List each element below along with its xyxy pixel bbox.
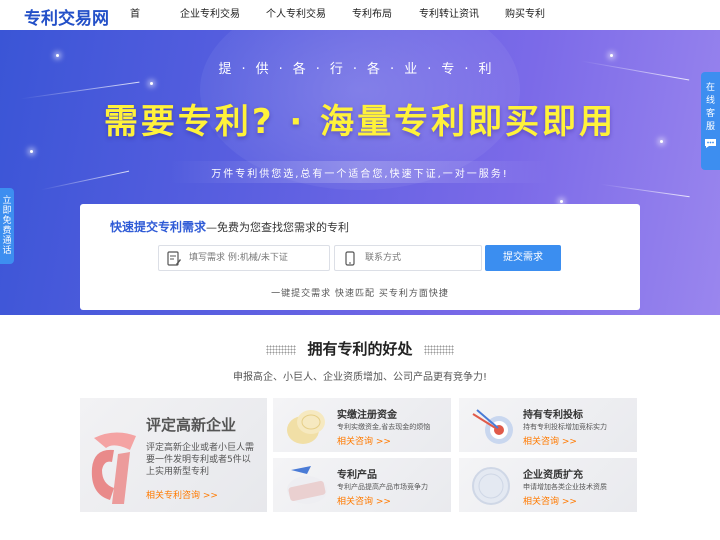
coins-icon bbox=[287, 410, 325, 444]
benefit-card-bidding[interactable]: 持有专利投标 持有专利投标增加竞标实力 相关咨询 >> bbox=[459, 398, 637, 452]
light-streak bbox=[600, 183, 690, 198]
card-link[interactable]: 相关咨询 >> bbox=[523, 494, 577, 507]
nav-patent-layout[interactable]: 专利布局 bbox=[352, 0, 412, 30]
card-link[interactable]: 相关咨询 >> bbox=[337, 494, 391, 507]
card-title: 专利产品 bbox=[337, 470, 377, 481]
title-dots-right bbox=[424, 345, 454, 355]
benefit-card-patent-product[interactable]: 专利产品 专利产品提高产品市场竞争力 相关咨询 >> bbox=[273, 458, 451, 512]
submit-request-button[interactable]: 提交需求 bbox=[485, 245, 561, 271]
form-note: 一键提交需求 快速匹配 买专利方面快捷 bbox=[271, 289, 449, 299]
target-darts-icon bbox=[472, 409, 513, 444]
hero-tagline: 万件专利供您选,总有一个适合您,快速下证,一对一服务! bbox=[211, 169, 509, 180]
site-logo[interactable]: 专利交易网 bbox=[24, 4, 109, 29]
card-desc: 专利产品提高产品市场竞争力 bbox=[337, 483, 428, 491]
featured-card-title: 评定高新企业 bbox=[146, 416, 237, 434]
card-title: 实缴注册资金 bbox=[337, 410, 397, 421]
card-title: 企业资质扩充 bbox=[523, 470, 583, 481]
form-heading-rest: —免费为您查找您需求的专利 bbox=[206, 221, 350, 234]
hero-title: 需要专利? · 海量专利即买即用 bbox=[103, 102, 617, 142]
phone-icon bbox=[345, 251, 355, 266]
contact-input[interactable] bbox=[365, 246, 479, 270]
featured-card-link[interactable]: 相关专利咨询 >> bbox=[146, 488, 218, 501]
card-desc: 专利实缴资金,省去现金的烦恼 bbox=[337, 423, 431, 431]
certificate-seal-icon bbox=[472, 467, 510, 505]
card-link[interactable]: 相关咨询 >> bbox=[337, 434, 391, 447]
online-service-label: 在线客服 bbox=[705, 83, 715, 132]
benefit-card-registered-capital[interactable]: 实缴注册资金 专利实缴资金,省去现金的烦恼 相关咨询 >> bbox=[273, 398, 451, 452]
hero-subtitle: 提·供·各·行·各·业·专·利 bbox=[218, 62, 502, 77]
nav-enterprise-patent-trade[interactable]: 企业专利交易 bbox=[180, 0, 260, 30]
card-desc: 持有专利投标增加竞标实力 bbox=[523, 423, 607, 431]
card-title: 持有专利投标 bbox=[523, 410, 583, 421]
card-link[interactable]: 相关咨询 >> bbox=[523, 434, 577, 447]
patent-product-stamp-icon bbox=[287, 466, 327, 504]
featured-card-desc: 评定高新企业或者小巨人需要一件发明专利或者5件以上实用新型专利 bbox=[146, 443, 255, 477]
featured-benefit-card[interactable]: 评定高新企业 评定高新企业或者小巨人需要一件发明专利或者5件以上实用新型专利 相… bbox=[80, 398, 267, 512]
benefits-title: 拥有专利的好处 bbox=[307, 340, 413, 358]
free-call-label: 立即免费通话 bbox=[2, 196, 12, 256]
need-input[interactable] bbox=[189, 246, 327, 270]
sparkle bbox=[30, 150, 33, 153]
form-heading: 快速提交专利需求—免费为您查找您需求的专利 bbox=[110, 218, 349, 235]
chat-bubble-icon bbox=[705, 139, 716, 148]
high-tech-emblem-icon bbox=[91, 432, 136, 504]
free-call-button[interactable]: 立即免费通话 bbox=[0, 188, 14, 264]
contact-field bbox=[334, 245, 482, 271]
edit-note-icon bbox=[167, 251, 181, 266]
sparkle bbox=[610, 54, 613, 57]
sparkle bbox=[56, 54, 59, 57]
form-heading-strong: 快速提交专利需求 bbox=[110, 220, 207, 234]
sparkle bbox=[560, 200, 563, 203]
benefit-card-qualification[interactable]: 企业资质扩充 申请增加各类企业技术资质 相关咨询 >> bbox=[459, 458, 637, 512]
benefits-subtitle: 申报高企、小巨人、企业资质增加、公司产品更有竞争力! bbox=[232, 372, 487, 383]
top-navbar: 专利交易网 首页 企业专利交易 个人专利交易 专利布局 专利转让资讯 购买专利 bbox=[0, 0, 720, 50]
request-form-card: 快速提交专利需求—免费为您查找您需求的专利 提交需求 一键提交需求 快速匹配 买… bbox=[80, 204, 640, 310]
nav-patent-transfer-news[interactable]: 专利转让资讯 bbox=[419, 0, 509, 30]
online-service-button[interactable]: 在线客服 bbox=[701, 72, 720, 170]
sparkle bbox=[150, 82, 153, 85]
need-field bbox=[158, 245, 330, 271]
card-desc: 申请增加各类企业技术资质 bbox=[523, 483, 607, 491]
nav-personal-patent-trade[interactable]: 个人专利交易 bbox=[266, 0, 346, 30]
nav-buy-patent[interactable]: 购买专利 bbox=[505, 0, 565, 30]
